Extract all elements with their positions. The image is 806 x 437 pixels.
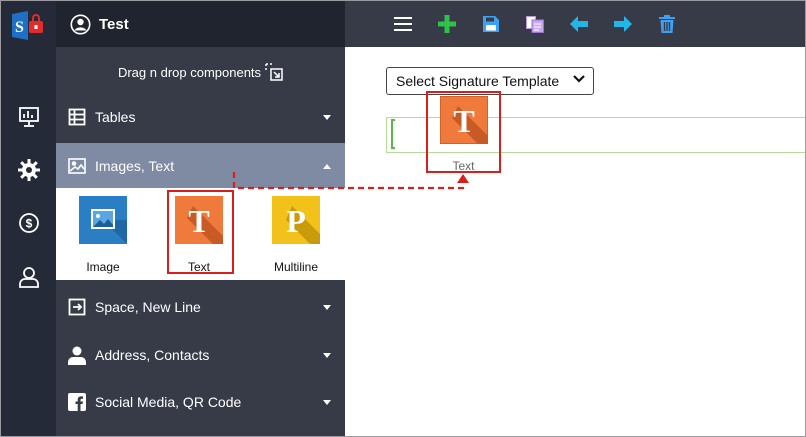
chevron-down-icon	[323, 400, 331, 405]
forward-icon[interactable]	[611, 12, 635, 36]
drag-drop-icon	[265, 63, 283, 81]
component-image[interactable]: Image	[68, 196, 138, 274]
section-label: Images, Text	[95, 158, 175, 174]
section-social-media-qr[interactable]: Social Media, QR Code	[56, 379, 345, 425]
app-window: S $ Test Drag n drop components Tables I…	[0, 0, 806, 437]
section-label: Tables	[95, 109, 136, 125]
dragged-text-component[interactable]: T Text	[426, 91, 501, 173]
text-tile-icon: T	[438, 95, 489, 145]
add-icon[interactable]	[435, 12, 459, 36]
app-logo[interactable]: S	[10, 10, 46, 42]
dashboard-icon[interactable]	[15, 103, 43, 131]
components-tray: Image T Text P Multiline	[56, 188, 345, 280]
table-icon	[67, 107, 87, 127]
component-multiline[interactable]: P Multiline	[261, 196, 331, 274]
image-icon	[67, 156, 87, 176]
page-title: Test	[99, 15, 129, 33]
text-component-highlight	[167, 190, 234, 274]
arrow-box-icon	[67, 297, 87, 317]
drag-hint: Drag n drop components	[56, 63, 345, 81]
editor-toolbar	[345, 1, 805, 47]
user-icon[interactable]	[15, 263, 43, 291]
billing-icon[interactable]: $	[15, 209, 43, 237]
section-label: Address, Contacts	[95, 347, 210, 363]
svg-text:S: S	[15, 19, 24, 36]
chevron-down-icon	[323, 353, 331, 358]
ghost-glyph: T	[453, 103, 474, 139]
section-space-new-line[interactable]: Space, New Line	[56, 284, 345, 330]
chevron-down-icon	[323, 305, 331, 310]
settings-icon[interactable]	[15, 156, 43, 184]
multiline-tile-glyph: P	[286, 203, 306, 239]
components-sidebar: Test Drag n drop components Tables Image…	[56, 1, 345, 436]
section-tables[interactable]: Tables	[56, 94, 345, 140]
menu-icon[interactable]	[391, 12, 415, 36]
drop-cursor	[391, 119, 395, 149]
svg-text:$: $	[26, 217, 33, 231]
component-label: Multiline	[273, 260, 318, 274]
save-icon[interactable]	[479, 12, 503, 36]
back-icon[interactable]	[567, 12, 591, 36]
chevron-down-icon	[323, 115, 331, 120]
component-label: Image	[86, 260, 120, 274]
image-tile-icon	[79, 196, 127, 244]
section-label: Social Media, QR Code	[95, 394, 242, 410]
facebook-icon	[67, 392, 87, 412]
chevron-up-icon	[323, 164, 331, 169]
icon-rail: S $	[1, 1, 56, 436]
section-label: Space, New Line	[95, 299, 201, 315]
person-icon	[67, 345, 87, 365]
drag-hint-label: Drag n drop components	[117, 64, 262, 80]
drag-arrow	[232, 172, 469, 190]
multiline-tile-icon: P	[272, 196, 320, 244]
sidebar-header: Test	[56, 1, 345, 47]
account-icon[interactable]	[70, 14, 91, 35]
copy-icon[interactable]	[523, 12, 547, 36]
section-address-contacts[interactable]: Address, Contacts	[56, 332, 345, 378]
delete-icon[interactable]	[655, 12, 679, 36]
